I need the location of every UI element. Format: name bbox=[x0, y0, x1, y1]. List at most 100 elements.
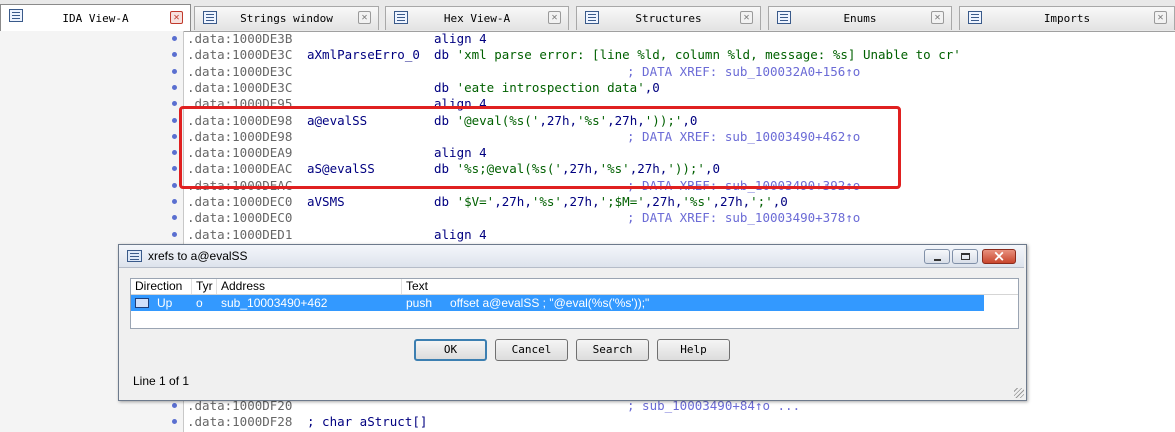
tab-label: Hex View-A bbox=[443, 12, 511, 25]
line-address[interactable]: .data:1000DE3C bbox=[187, 80, 292, 96]
cancel-button[interactable]: Cancel bbox=[495, 339, 568, 361]
column-text[interactable]: Text bbox=[402, 279, 1018, 294]
string-literal: ';' bbox=[750, 194, 773, 209]
disasm-line[interactable]: .data:1000DE3C ; DATA XREF: sub_100032A0+… bbox=[0, 64, 1175, 80]
tab-enums[interactable]: Enums ✕ bbox=[768, 6, 952, 30]
line-address[interactable]: .data:1000DEC0 bbox=[187, 210, 292, 226]
instruction-token: db bbox=[434, 79, 457, 95]
column-type[interactable]: Tyr bbox=[192, 279, 217, 294]
breakpoint-dot-icon bbox=[172, 166, 177, 172]
line-instruction[interactable]: db 'xml parse error: [line %ld, column %… bbox=[434, 47, 961, 63]
instruction-token: ,0 bbox=[772, 194, 788, 209]
breakpoint-dot-icon bbox=[172, 36, 177, 41]
close-icon[interactable]: ✕ bbox=[358, 11, 371, 24]
dialog-title-bar[interactable]: xrefs to a@evalSS bbox=[119, 245, 1024, 268]
line-address[interactable]: .data:1000DED1 bbox=[187, 227, 292, 243]
disasm-line[interactable]: .data:1000DED1 align 4 bbox=[0, 227, 1175, 243]
disasm-line[interactable]: .data:1000DEC0 ; DATA XREF: sub_10003490+… bbox=[0, 210, 1175, 226]
instruction-token: db bbox=[434, 47, 457, 63]
tab-imports[interactable]: Imports ✕ bbox=[959, 6, 1175, 30]
tab-label: IDA View-A bbox=[62, 12, 129, 25]
list-header: Direction Tyr Address Text bbox=[131, 279, 1018, 295]
cell-direction: Up bbox=[157, 296, 173, 310]
close-icon[interactable]: ✕ bbox=[931, 11, 944, 24]
breakpoint-dot-icon bbox=[172, 117, 177, 123]
disasm-line[interactable]: .data:1000DE3B align 4 bbox=[0, 31, 1175, 47]
maximize-button[interactable] bbox=[952, 249, 978, 264]
ok-button[interactable]: OK bbox=[414, 339, 487, 361]
breakpoint-dot-icon bbox=[172, 215, 177, 221]
strings-icon bbox=[203, 11, 217, 24]
xrefs-dialog: xrefs to a@evalSS Direction Tyr Address … bbox=[118, 244, 1027, 401]
instruction-token: ,27h, bbox=[494, 194, 532, 209]
string-literal: 'eate introspection data' bbox=[456, 79, 645, 95]
breakpoint-dot-icon bbox=[172, 101, 177, 107]
column-address[interactable]: Address bbox=[217, 279, 402, 294]
breakpoint-dot-icon bbox=[172, 199, 177, 204]
tab-ida-view-a[interactable]: IDA View-A ✕ bbox=[0, 4, 191, 31]
close-icon[interactable]: ✕ bbox=[548, 11, 561, 24]
line-comment: ; DATA XREF: sub_100032A0+156↑o bbox=[627, 63, 861, 79]
tab-label: Strings window bbox=[240, 12, 333, 25]
disasm-line[interactable]: .data:1000DEC0 aVSMS db '$V=',27h,'%s',27h… bbox=[0, 194, 1175, 210]
breakpoint-dot-icon bbox=[172, 68, 177, 74]
line-label[interactable]: ; char aStruct[] bbox=[307, 414, 427, 430]
line-label[interactable]: aXmlParseErro_0 bbox=[307, 47, 420, 63]
line-address[interactable]: .data:1000DF28 bbox=[187, 414, 292, 430]
instruction-token: db bbox=[434, 194, 457, 209]
instruction-token: ,27h, bbox=[561, 194, 600, 209]
dialog-title: xrefs to a@evalSS bbox=[148, 249, 248, 263]
cell-address: sub_10003490+462 bbox=[221, 296, 328, 310]
string-literal: ';$M=' bbox=[599, 194, 645, 209]
structures-icon bbox=[585, 11, 599, 24]
close-icon[interactable]: ✕ bbox=[1154, 11, 1167, 24]
close-button[interactable] bbox=[982, 247, 1016, 265]
disasm-line[interactable]: .data:1000DE3C aXmlParseErro_0 db 'xml par… bbox=[0, 47, 1175, 63]
close-icon[interactable]: ✕ bbox=[740, 11, 753, 24]
line-instruction[interactable]: align 4 bbox=[434, 31, 487, 47]
table-row[interactable]: Up o sub_10003490+462 push offset a@eval… bbox=[131, 295, 984, 311]
disasm-line[interactable]: .data:1000DE3C db 'eate introspection dat… bbox=[0, 80, 1175, 96]
breakpoint-dot-icon bbox=[172, 133, 177, 139]
search-button[interactable]: Search bbox=[576, 339, 649, 361]
breakpoint-dot-icon bbox=[172, 403, 177, 408]
line-address[interactable]: .data:1000DE3B bbox=[187, 31, 292, 47]
tab-label: Imports bbox=[1043, 12, 1091, 25]
line-address[interactable]: .data:1000DE3C bbox=[187, 47, 292, 63]
line-instruction[interactable]: db 'eate introspection data',0 bbox=[434, 80, 660, 96]
string-literal: '%s' bbox=[531, 194, 562, 209]
cell-mnemonic: push bbox=[406, 296, 433, 310]
tab-bar: IDA View-A ✕ Strings window ✕ Hex View-A… bbox=[0, 0, 1175, 32]
line-address[interactable]: .data:1000DEC0 bbox=[187, 194, 292, 210]
hex-view-icon bbox=[394, 11, 408, 24]
tab-structures[interactable]: Structures ✕ bbox=[576, 6, 761, 30]
line-instruction[interactable]: db '$V=',27h,'%s',27h,';$M=',27h,'%s',27… bbox=[434, 194, 788, 210]
instruction-token: align 4 bbox=[434, 31, 487, 46]
line-label[interactable]: aVSMS bbox=[307, 194, 345, 210]
column-direction[interactable]: Direction bbox=[131, 279, 192, 294]
string-literal: 'xml parse error: [line %ld, column %ld,… bbox=[456, 47, 961, 63]
tab-label: Structures bbox=[635, 12, 702, 25]
line-instruction[interactable]: align 4 bbox=[434, 227, 487, 243]
xrefs-list[interactable]: Direction Tyr Address Text Up o sub_1000… bbox=[130, 278, 1019, 329]
minimize-button[interactable] bbox=[924, 249, 950, 264]
breakpoint-dot-icon bbox=[172, 182, 177, 188]
string-literal: '%s' bbox=[682, 194, 713, 209]
status-text: Line 1 of 1 bbox=[133, 374, 190, 388]
enums-icon bbox=[777, 11, 791, 24]
tab-hex-view-a[interactable]: Hex View-A ✕ bbox=[385, 6, 569, 30]
imports-icon bbox=[968, 11, 982, 24]
help-button[interactable]: Help bbox=[657, 339, 730, 361]
highlight-box bbox=[179, 106, 901, 189]
tab-label: Enums bbox=[843, 12, 877, 25]
tab-strings-window[interactable]: Strings window ✕ bbox=[194, 6, 379, 30]
xref-up-icon bbox=[135, 298, 149, 308]
close-icon[interactable]: ✕ bbox=[170, 11, 183, 24]
line-address[interactable]: .data:1000DE3C bbox=[187, 64, 292, 80]
resize-grip[interactable] bbox=[1014, 388, 1024, 398]
disasm-line[interactable]: .data:1000DF28 ; char aStruct[] bbox=[0, 414, 1175, 430]
cell-operand: offset a@evalSS ; "@eval(%s('%s'));" bbox=[450, 296, 650, 310]
ida-view-icon bbox=[9, 9, 23, 22]
xrefs-window-icon bbox=[127, 250, 142, 262]
instruction-token: ,27h, bbox=[644, 194, 683, 209]
